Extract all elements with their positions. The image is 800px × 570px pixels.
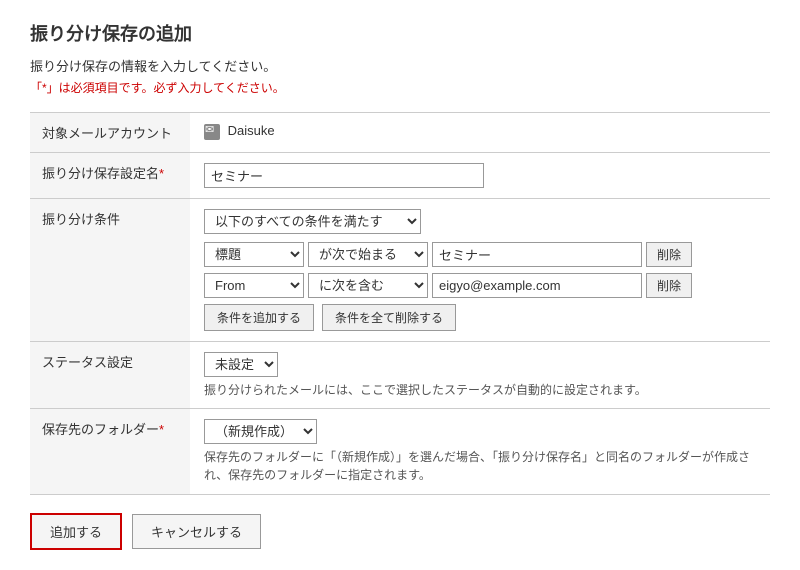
condition-1-operator-select[interactable]: が次で始まる に次を含む が次で終わる が次と等しい	[308, 242, 428, 267]
condition-label: 振り分け条件	[30, 199, 190, 342]
condition-row-2: 標題 From To 件名 本文 が次で始まる に次を含む が次で終わる が次と…	[204, 273, 756, 298]
condition-action-btns: 条件を追加する 条件を全て削除する	[204, 304, 756, 331]
page-desc: 振り分け保存の情報を入力してください。	[30, 56, 770, 75]
condition-1-field-select[interactable]: 標題 From To 件名 本文	[204, 242, 304, 267]
status-note: 振り分けられたメールには、ここで選択したステータスが自動的に設定されます。	[204, 381, 756, 398]
condition-1-delete-button[interactable]: 削除	[646, 242, 692, 267]
account-icon	[204, 124, 220, 140]
page-title: 振り分け保存の追加	[30, 20, 770, 46]
condition-2-value-input[interactable]	[432, 273, 642, 298]
folder-value-cell: （新規作成） 受信トレイ 送信済み 保存先のフォルダーに「（新規作成）」を選んだ…	[190, 409, 770, 495]
status-value-cell: 未設定 未読 既読 重要 振り分けられたメールには、ここで選択したステータスが自…	[190, 342, 770, 409]
bottom-buttons: 追加する キャンセルする	[30, 513, 770, 550]
status-select[interactable]: 未設定 未読 既読 重要	[204, 352, 278, 377]
condition-row-1: 標題 From To 件名 本文 が次で始まる に次を含む が次で終わる が次と…	[204, 242, 756, 267]
filter-name-row: 振り分け保存設定名*	[30, 153, 770, 199]
status-label: ステータス設定	[30, 342, 190, 409]
status-row: ステータス設定 未設定 未読 既読 重要 振り分けられたメールには、ここで選択し…	[30, 342, 770, 409]
form-table: 対象メールアカウント Daisuke 振り分け保存設定名* 振り分け条件 以下の…	[30, 112, 770, 495]
account-value: Daisuke	[228, 123, 275, 138]
folder-row: 保存先のフォルダー* （新規作成） 受信トレイ 送信済み 保存先のフォルダーに「…	[30, 409, 770, 495]
condition-value-cell: 以下のすべての条件を満たす 以下のいずれかの条件を満たす 標題 From To …	[190, 199, 770, 342]
filter-name-label: 振り分け保存設定名*	[30, 153, 190, 199]
condition-type-row: 以下のすべての条件を満たす 以下のいずれかの条件を満たす	[204, 209, 756, 234]
clear-condition-button[interactable]: 条件を全て削除する	[322, 304, 456, 331]
required-note: 「*」は必須項目です。必ず入力してください。	[30, 79, 770, 96]
required-star-folder: *	[159, 422, 164, 437]
condition-2-field-select[interactable]: 標題 From To 件名 本文	[204, 273, 304, 298]
account-row: 対象メールアカウント Daisuke	[30, 113, 770, 153]
cancel-button[interactable]: キャンセルする	[132, 514, 261, 549]
add-condition-button[interactable]: 条件を追加する	[204, 304, 314, 331]
filter-name-input[interactable]	[204, 163, 484, 188]
folder-label: 保存先のフォルダー*	[30, 409, 190, 495]
required-star-name: *	[159, 166, 164, 181]
condition-type-select[interactable]: 以下のすべての条件を満たす 以下のいずれかの条件を満たす	[204, 209, 421, 234]
condition-2-delete-button[interactable]: 削除	[646, 273, 692, 298]
filter-name-value-cell	[190, 153, 770, 199]
condition-1-value-input[interactable]	[432, 242, 642, 267]
account-value-cell: Daisuke	[190, 113, 770, 153]
folder-note: 保存先のフォルダーに「（新規作成）」を選んだ場合、「振り分け保存名」と同名のフォ…	[204, 448, 754, 484]
account-label: 対象メールアカウント	[30, 113, 190, 153]
condition-2-operator-select[interactable]: が次で始まる に次を含む が次で終わる が次と等しい	[308, 273, 428, 298]
condition-row: 振り分け条件 以下のすべての条件を満たす 以下のいずれかの条件を満たす 標題 F…	[30, 199, 770, 342]
submit-button[interactable]: 追加する	[30, 513, 122, 550]
folder-select[interactable]: （新規作成） 受信トレイ 送信済み	[204, 419, 317, 444]
